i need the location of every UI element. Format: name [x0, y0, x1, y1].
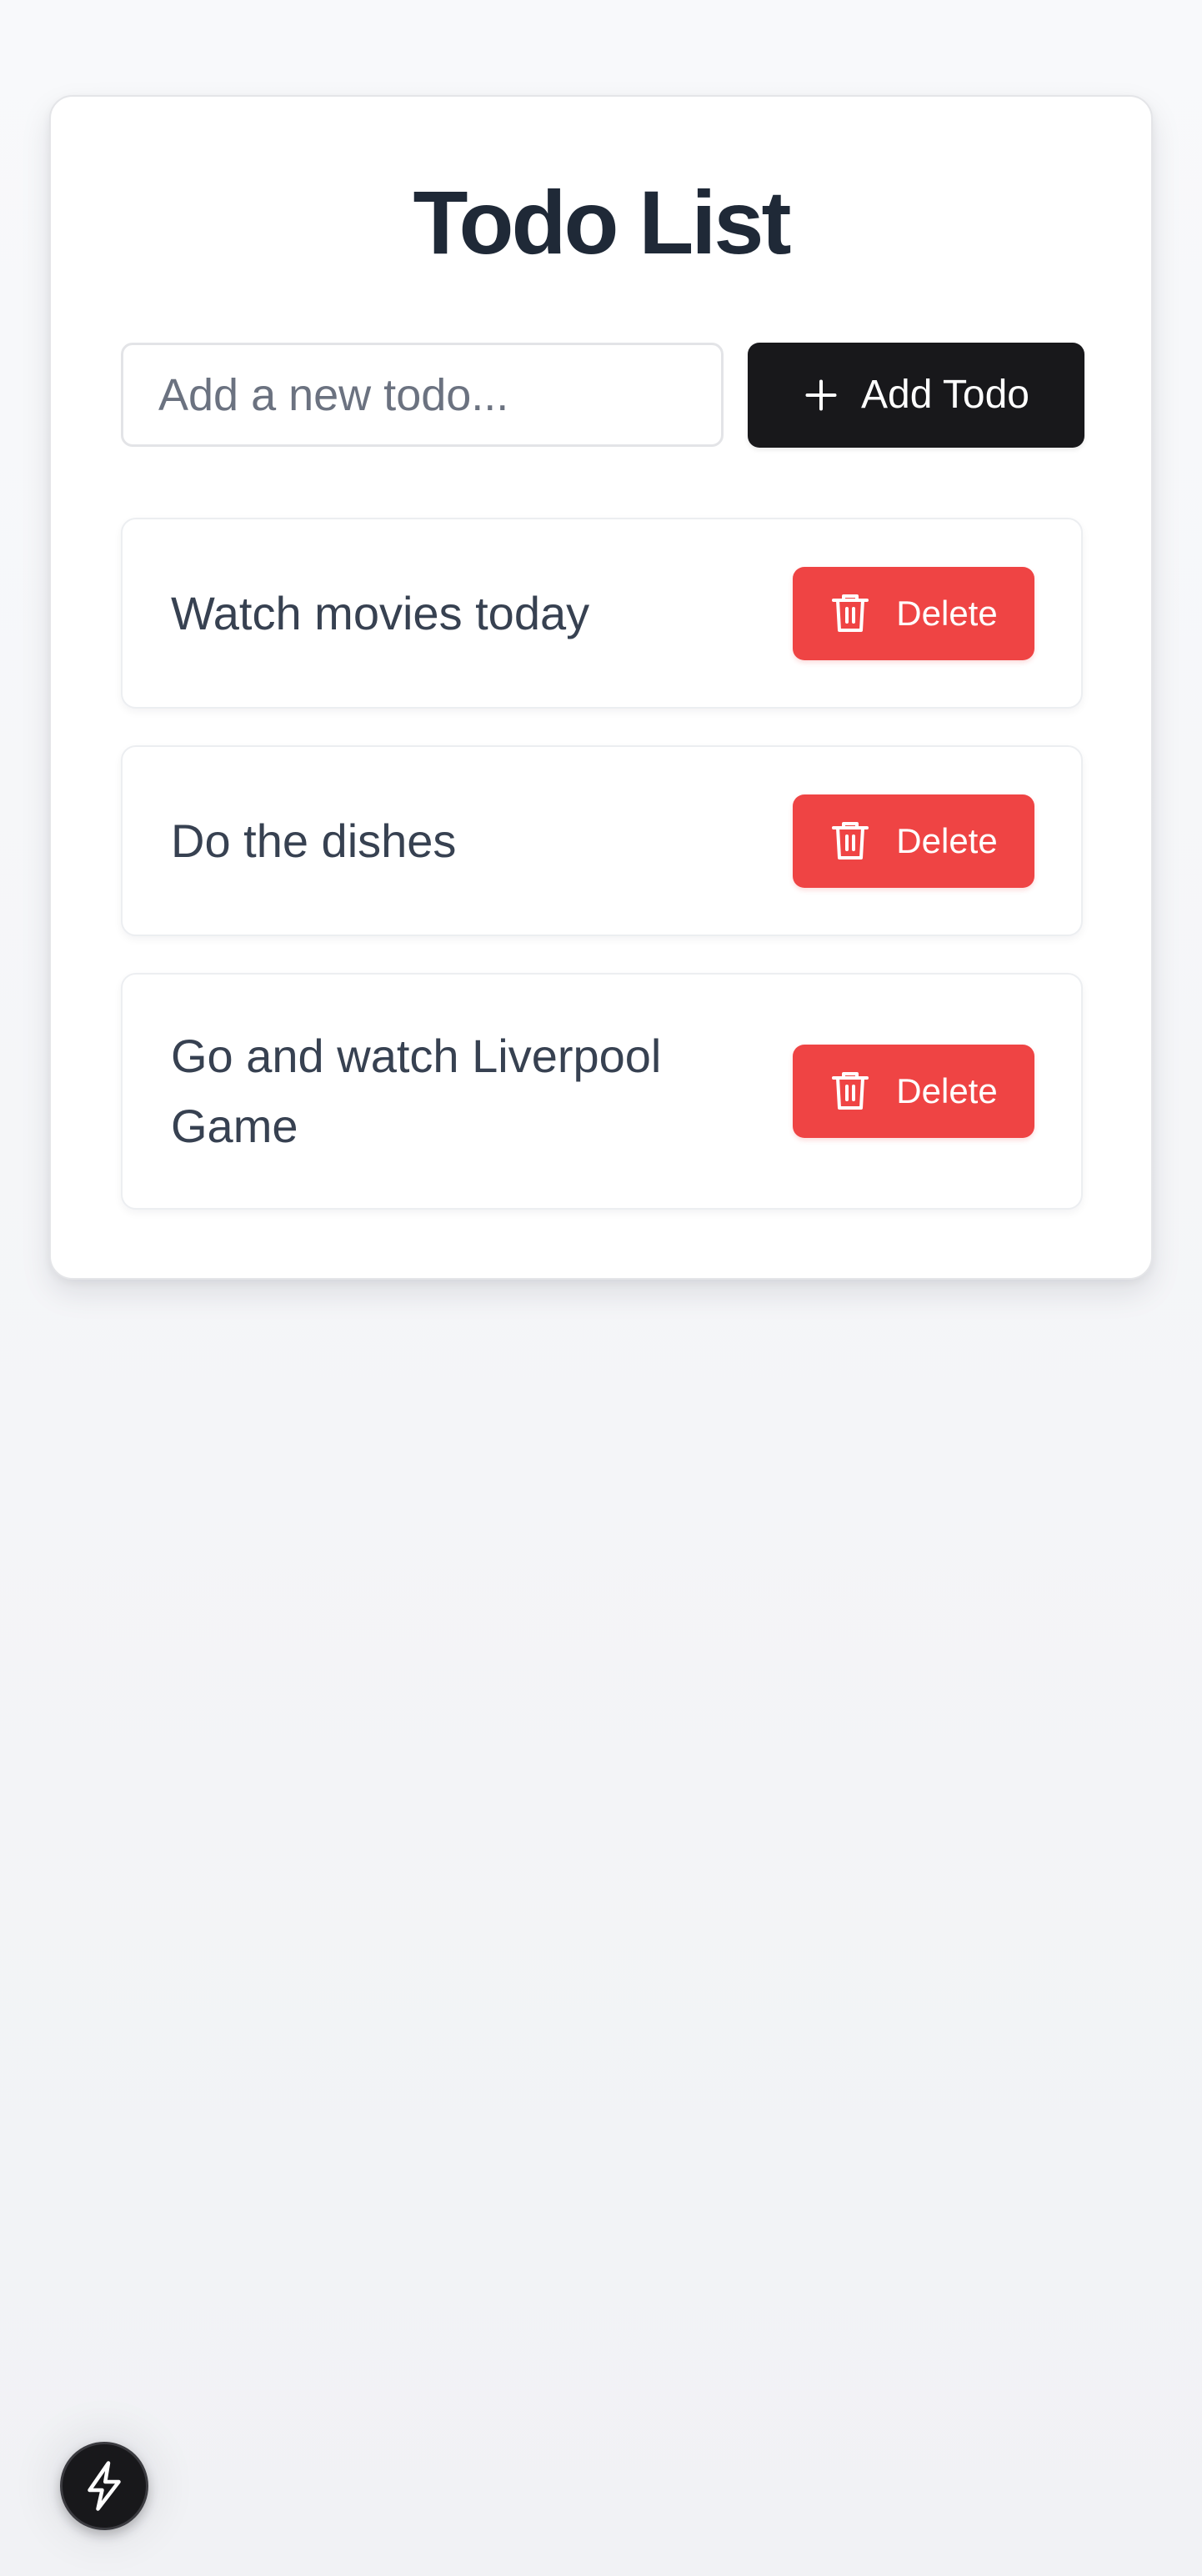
- todo-item-text: Go and watch Liverpool Game: [171, 1030, 662, 1152]
- delete-todo-button[interactable]: Delete: [793, 794, 1034, 888]
- todo-item: Watch movies today Delete: [121, 518, 1083, 709]
- todo-item: Do the dishes Delete: [121, 745, 1083, 936]
- delete-todo-button[interactable]: Delete: [793, 566, 1034, 660]
- bolt-icon: [88, 2461, 121, 2511]
- trash-icon: [832, 821, 869, 860]
- add-todo-button-label: Add Todo: [861, 373, 1029, 417]
- plus-icon: [805, 379, 837, 411]
- page-title: Todo List: [413, 172, 792, 273]
- delete-button-label: Delete: [896, 593, 998, 633]
- delete-todo-button[interactable]: Delete: [793, 1045, 1034, 1138]
- todo-item: Go and watch Liverpool Game Delete: [121, 973, 1083, 1210]
- floating-action-button[interactable]: [60, 2442, 148, 2530]
- delete-button-label: Delete: [896, 820, 998, 860]
- trash-icon: [832, 594, 869, 632]
- todo-item-text: Do the dishes: [171, 814, 457, 867]
- todo-item-text: Watch movies today: [171, 586, 590, 639]
- delete-button-label: Delete: [896, 1071, 998, 1110]
- todo-card: Todo List Add Todo Watch movies today De…: [49, 95, 1153, 1280]
- trash-icon: [832, 1072, 869, 1110]
- new-todo-input[interactable]: [121, 343, 724, 447]
- add-todo-button[interactable]: Add Todo: [748, 343, 1084, 448]
